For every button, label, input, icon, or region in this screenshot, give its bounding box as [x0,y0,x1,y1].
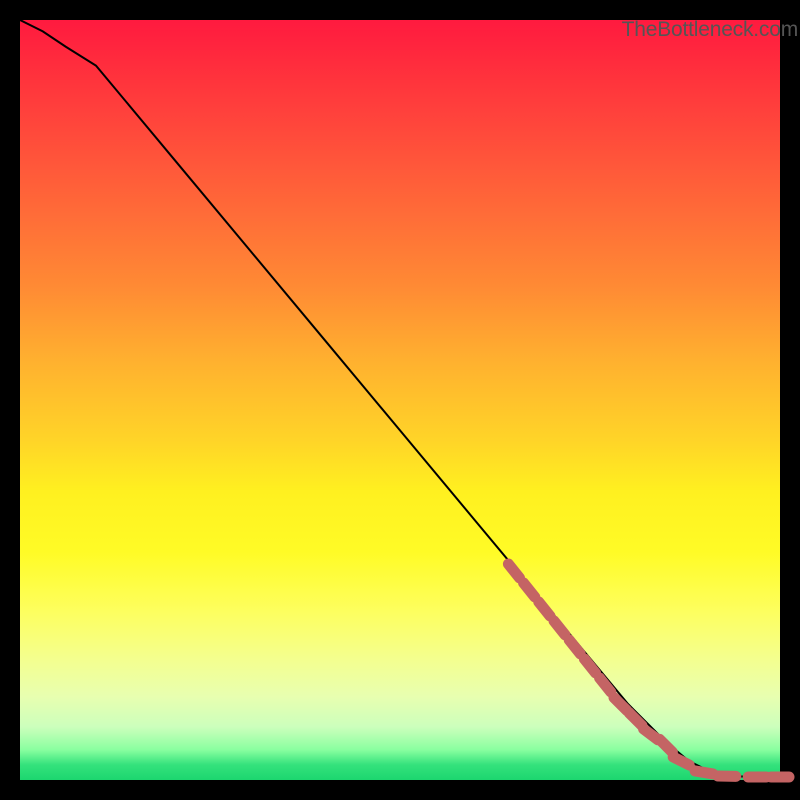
bottleneck-curve [20,20,780,777]
marker-dash [554,621,565,635]
marker-dash [695,771,713,774]
marker-dash [584,659,595,673]
marker-dash [539,602,550,616]
chart-frame: TheBottleneck.com [20,20,780,780]
marker-band [508,564,789,777]
chart-svg [20,20,780,780]
marker-dash [673,757,689,765]
marker-dash [660,739,673,752]
marker-dash [508,564,519,578]
attribution-label: TheBottleneck.com [622,18,798,42]
marker-dash [524,583,535,597]
marker-dash [569,640,580,654]
